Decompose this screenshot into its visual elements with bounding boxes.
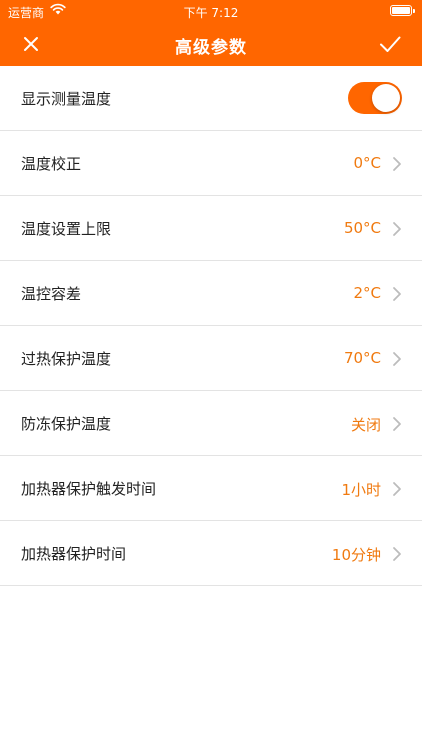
setting-label: 过热保护温度	[21, 350, 112, 368]
setting-row-overheat-protection[interactable]: 过热保护温度 70°C	[0, 326, 422, 391]
show-temp-toggle[interactable]	[348, 82, 402, 114]
setting-label: 温控容差	[21, 285, 82, 303]
setting-row-temp-tolerance[interactable]: 温控容差 2°C	[0, 261, 422, 326]
setting-value: 1小时	[341, 481, 381, 499]
setting-label: 温度设置上限	[21, 220, 112, 238]
chevron-right-icon	[393, 287, 401, 301]
setting-label: 温度校正	[21, 155, 82, 173]
setting-value: 70°C	[343, 349, 381, 367]
setting-label: 加热器保护触发时间	[21, 480, 157, 498]
setting-label: 加热器保护时间	[21, 545, 127, 563]
setting-value: 关闭	[350, 416, 381, 434]
app-header: 运营商 下午 7:12 高级参数	[0, 0, 422, 66]
setting-value: 10分钟	[331, 546, 381, 564]
status-time: 下午 7:12	[183, 6, 239, 20]
toggle-knob	[372, 84, 400, 112]
page-title: 高级参数	[175, 38, 247, 58]
chevron-right-icon	[393, 157, 401, 171]
chevron-right-icon	[393, 222, 401, 236]
checkmark-icon[interactable]	[378, 32, 402, 56]
chevron-right-icon	[393, 547, 401, 561]
nav-bar: 高级参数	[0, 22, 422, 66]
setting-row-temp-calibration[interactable]: 温度校正 0°C	[0, 131, 422, 196]
chevron-right-icon	[393, 417, 401, 431]
setting-row-temp-upper-limit[interactable]: 温度设置上限 50°C	[0, 196, 422, 261]
status-bar: 运营商 下午 7:12	[0, 0, 422, 22]
settings-list: 显示测量温度 温度校正 0°C 温度设置上限 50°C 温控容差 2°C 过热保…	[0, 66, 422, 586]
chevron-right-icon	[393, 482, 401, 496]
setting-row-heater-trigger-time[interactable]: 加热器保护触发时间 1小时	[0, 456, 422, 521]
setting-label: 防冻保护温度	[21, 415, 112, 433]
setting-row-freeze-protection[interactable]: 防冻保护温度 关闭	[0, 391, 422, 456]
setting-value: 2°C	[353, 284, 381, 302]
setting-row-show-temp: 显示测量温度	[0, 66, 422, 131]
battery-icon	[390, 5, 415, 16]
setting-value: 50°C	[343, 219, 381, 237]
setting-label: 显示测量温度	[21, 90, 112, 108]
chevron-right-icon	[393, 352, 401, 366]
setting-row-heater-protection-time[interactable]: 加热器保护时间 10分钟	[0, 521, 422, 586]
setting-value: 0°C	[353, 154, 381, 172]
